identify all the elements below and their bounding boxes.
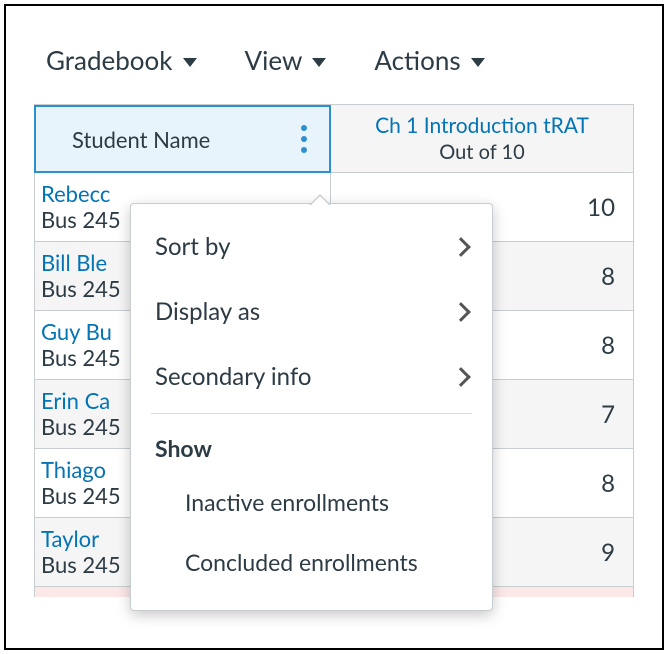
view-menu[interactable]: View xyxy=(245,44,327,76)
caret-down-icon xyxy=(312,58,326,67)
score-value: 8 xyxy=(601,469,615,498)
assignment-points: Out of 10 xyxy=(439,140,524,164)
assignment-header[interactable]: Ch 1 Introduction tRAT Out of 10 xyxy=(331,105,634,173)
caret-down-icon xyxy=(183,58,197,67)
chevron-right-icon xyxy=(451,367,471,387)
kebab-icon[interactable] xyxy=(293,119,315,159)
caret-down-icon xyxy=(471,58,485,67)
chevron-right-icon xyxy=(451,302,471,322)
student-header-dropdown: Sort by Display as Secondary info Show I… xyxy=(130,203,493,611)
score-value: 9 xyxy=(601,538,615,567)
score-value: 10 xyxy=(587,193,615,222)
gradebook-menu[interactable]: Gradebook xyxy=(46,44,197,76)
student-name-header[interactable]: Student Name xyxy=(34,105,331,173)
inactive-enrollments-item[interactable]: Inactive enrollments xyxy=(131,472,492,532)
student-name-header-label: Student Name xyxy=(72,126,210,153)
actions-menu[interactable]: Actions xyxy=(374,44,484,76)
top-menubar: Gradebook View Actions xyxy=(34,36,634,104)
gradebook-menu-label: Gradebook xyxy=(46,44,173,76)
chevron-right-icon xyxy=(451,237,471,257)
score-value: 8 xyxy=(601,331,615,360)
actions-menu-label: Actions xyxy=(374,44,460,76)
display-as-label: Display as xyxy=(155,297,260,326)
show-heading: Show xyxy=(131,418,492,472)
concluded-enrollments-item[interactable]: Concluded enrollments xyxy=(131,532,492,592)
sort-by-label: Sort by xyxy=(155,232,231,261)
score-value: 7 xyxy=(601,400,615,429)
secondary-info-label: Secondary info xyxy=(155,362,311,391)
sort-by-item[interactable]: Sort by xyxy=(131,214,492,279)
secondary-info-item[interactable]: Secondary info xyxy=(131,344,492,409)
view-menu-label: View xyxy=(245,44,303,76)
assignment-title-link[interactable]: Ch 1 Introduction tRAT xyxy=(375,113,589,138)
score-value: 8 xyxy=(601,262,615,291)
display-as-item[interactable]: Display as xyxy=(131,279,492,344)
menu-divider xyxy=(151,413,472,414)
